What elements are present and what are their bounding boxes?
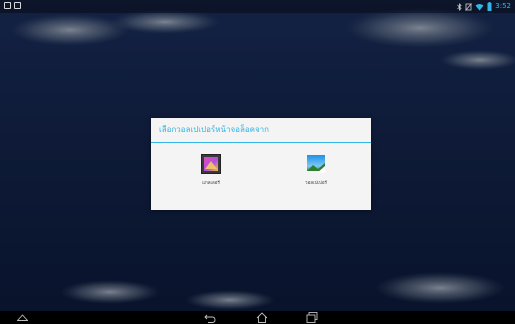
wallpapers-icon xyxy=(306,154,326,174)
wallpapers-option[interactable]: วอลเปเปอร์ xyxy=(284,154,348,194)
lock-screen-wallpaper-chooser-dialog: เลือกวอลเปเปอร์หน้าจอล็อคจาก แกลเลอรี วอ… xyxy=(151,118,371,210)
system-icons: 3:52 xyxy=(457,1,511,12)
dialog-title: เลือกวอลเปเปอร์หน้าจอล็อคจาก xyxy=(159,125,270,134)
dialog-title-divider xyxy=(151,142,371,143)
home-icon xyxy=(256,312,268,323)
back-icon xyxy=(204,314,216,323)
expand-up-button[interactable] xyxy=(12,311,32,324)
gallery-option[interactable]: แกลเลอรี xyxy=(179,154,243,194)
image-notification-icon xyxy=(4,2,11,9)
no-sim-icon xyxy=(465,2,473,11)
wifi-icon xyxy=(475,3,484,10)
notification-icons xyxy=(4,2,21,9)
battery-icon xyxy=(487,2,492,11)
navigation-bar xyxy=(0,311,515,324)
gallery-icon xyxy=(201,154,221,174)
gallery-label: แกลเลอรี xyxy=(202,181,220,186)
recents-icon xyxy=(306,312,318,323)
screen: 3:52 เลือกวอลเปเปอร์หน้าจอล็อคจาก แกลเลอ… xyxy=(0,0,515,324)
home-button[interactable] xyxy=(252,311,272,324)
bluetooth-icon xyxy=(457,2,462,11)
status-bar: 3:52 xyxy=(0,0,515,13)
status-clock: 3:52 xyxy=(495,2,511,10)
back-button[interactable] xyxy=(200,311,220,324)
wallpapers-label: วอลเปเปอร์ xyxy=(305,181,327,186)
screenshot-notification-icon xyxy=(14,2,21,9)
recents-button[interactable] xyxy=(302,311,322,324)
expand-up-icon xyxy=(16,314,28,321)
